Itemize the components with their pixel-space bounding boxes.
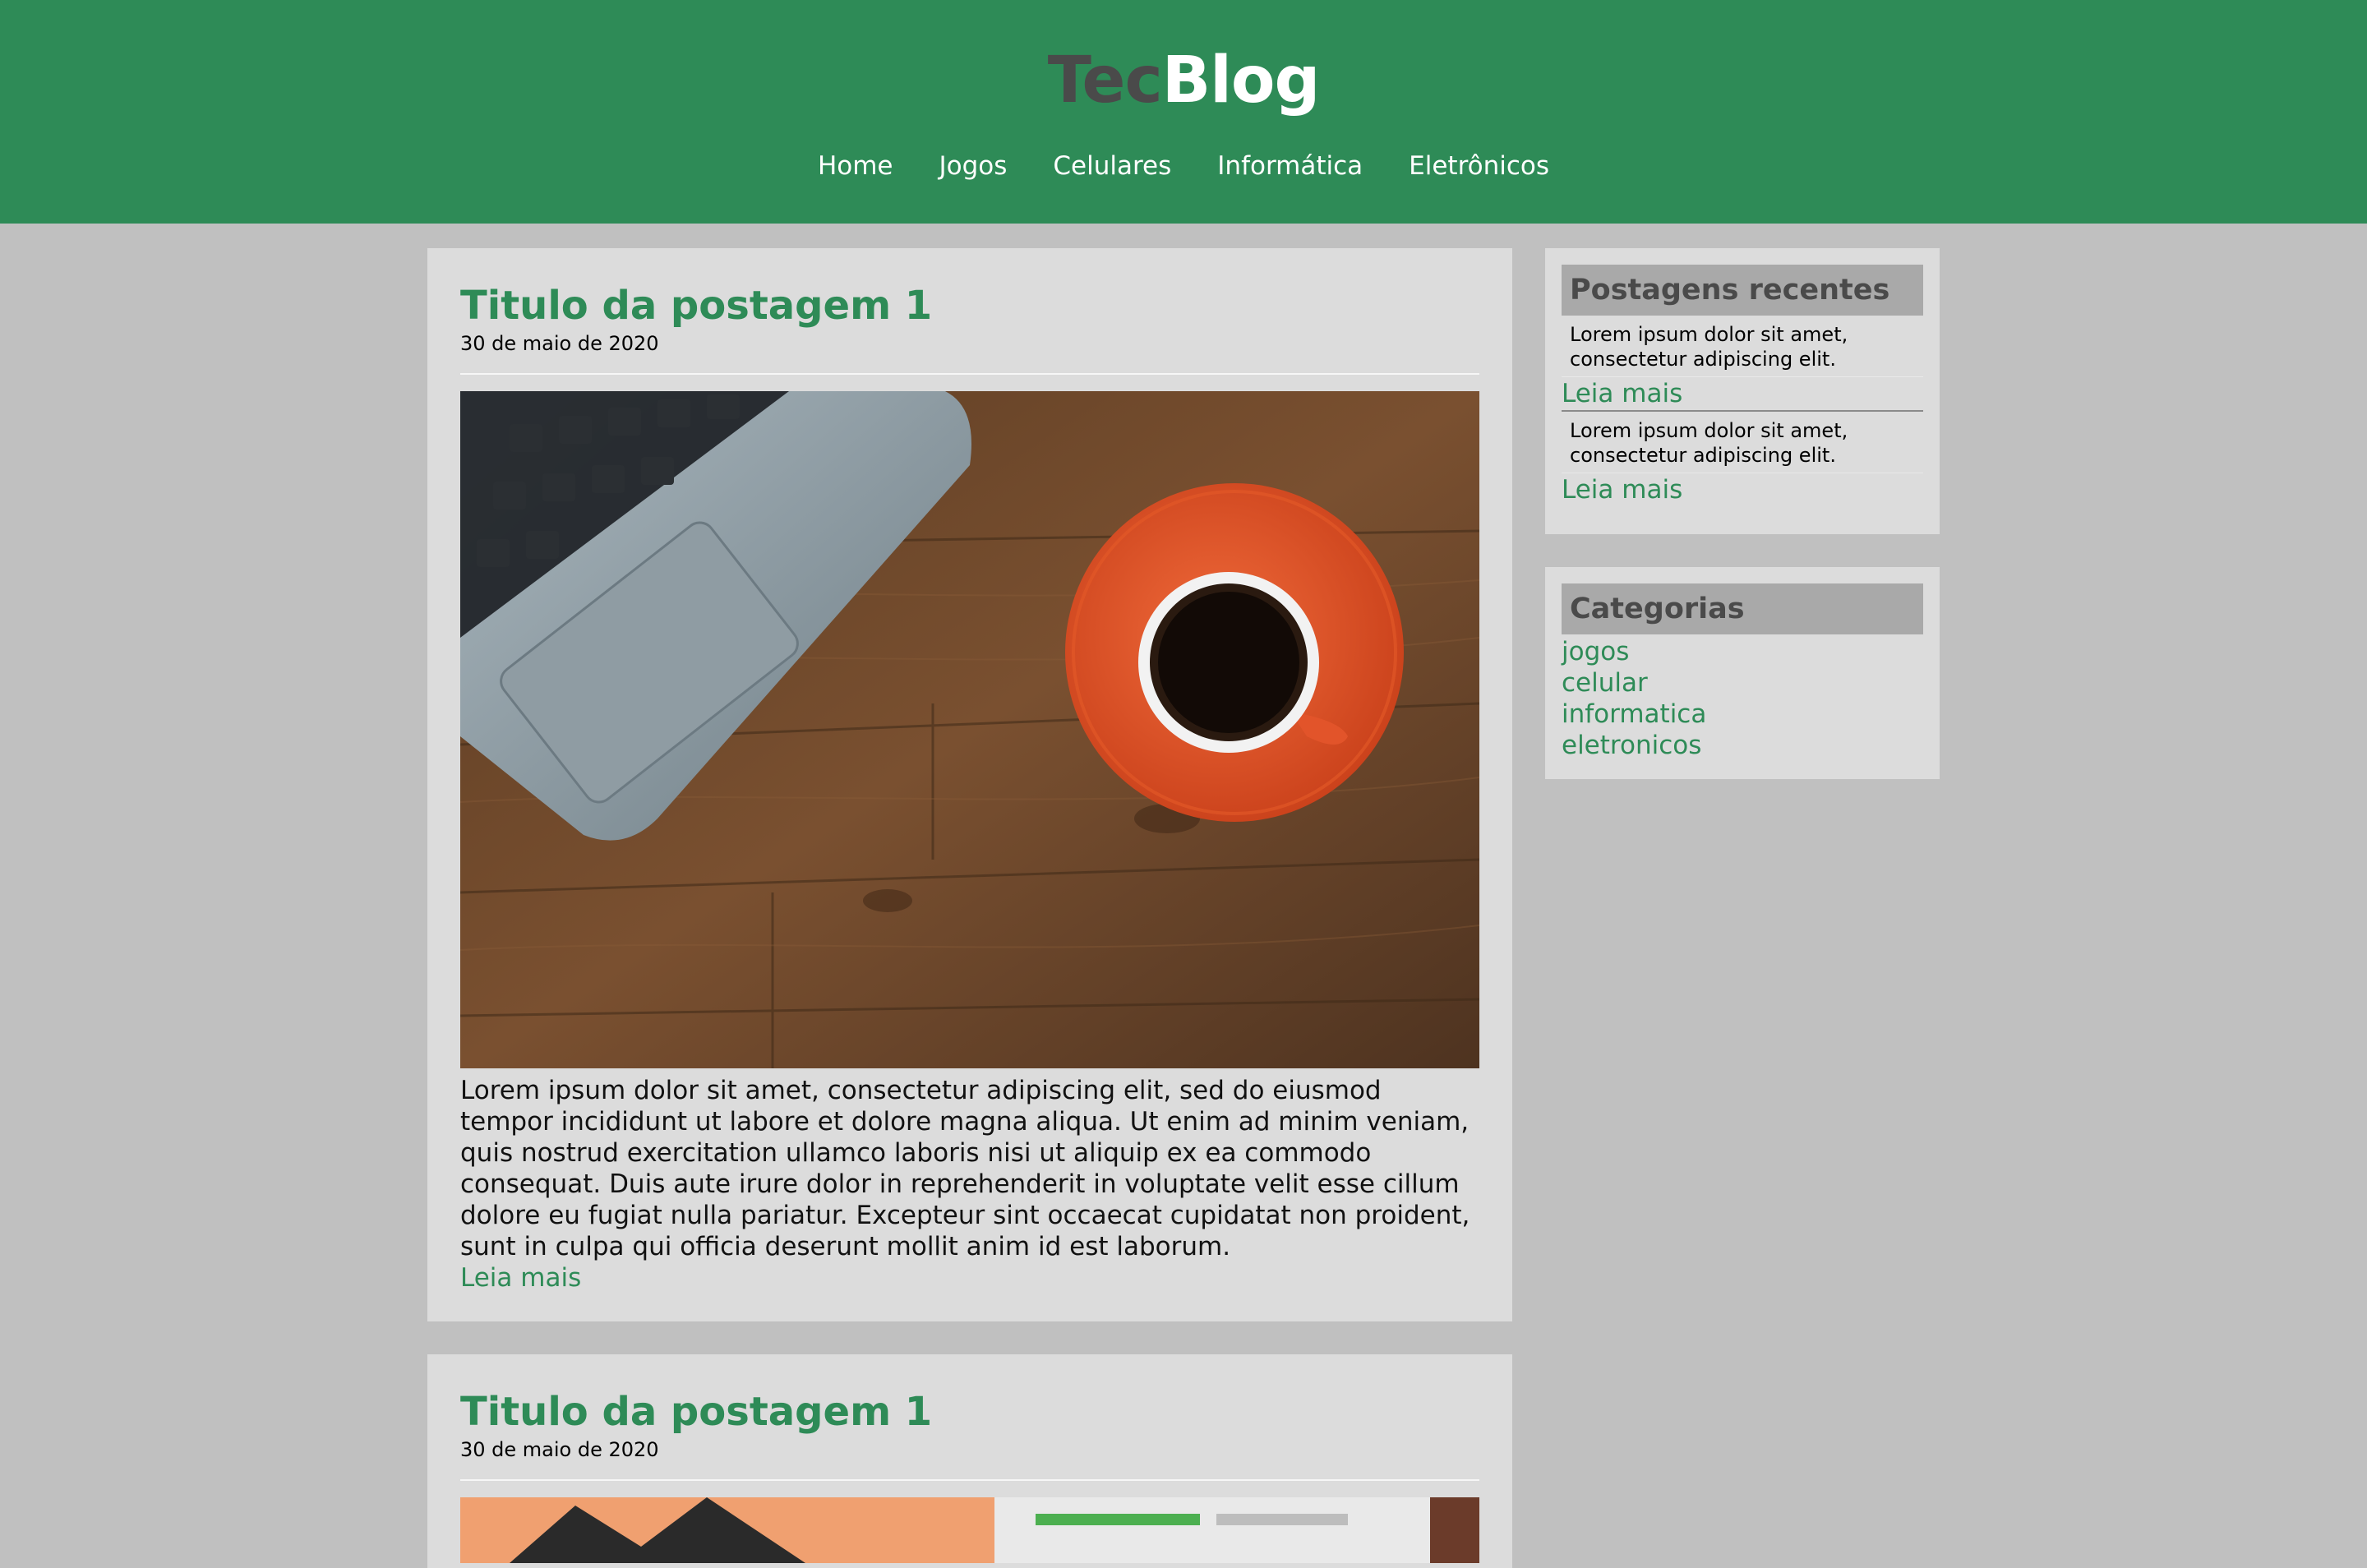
post-date: 30 de maio de 2020	[460, 332, 659, 355]
recent-post-excerpt: Lorem ipsum dolor sit amet, consectetur …	[1562, 412, 1923, 473]
list-item: celular	[1562, 667, 1923, 699]
list-item: eletronicos	[1562, 730, 1923, 761]
widget-title-categories: Categorias	[1562, 583, 1923, 634]
widget-title-recent: Postagens recentes	[1562, 265, 1923, 316]
post-card: Titulo da postagem 1 30 de maio de 2020	[427, 1354, 1512, 1568]
list-item: informatica	[1562, 699, 1923, 730]
nav-home[interactable]: Home	[818, 145, 893, 187]
main-nav: Home Jogos Celulares Informática Eletrôn…	[0, 145, 2367, 187]
categories-widget: Categorias jogos celular informatica ele…	[1545, 567, 1940, 779]
recent-post-read-more[interactable]: Leia mais	[1562, 473, 1923, 506]
nav-celulares[interactable]: Celulares	[1053, 145, 1171, 187]
list-item: jogos	[1562, 636, 1923, 667]
category-link-jogos[interactable]: jogos	[1562, 637, 1629, 666]
post-image-laptop-screen	[460, 1497, 1479, 1563]
post-title[interactable]: Titulo da postagem 1	[460, 281, 1479, 330]
post-date: 30 de maio de 2020	[460, 1438, 659, 1461]
category-list: jogos celular informatica eletronicos	[1562, 634, 1923, 761]
post-read-more-link[interactable]: Leia mais	[460, 1262, 581, 1294]
logo-part-tec: Tec	[1047, 44, 1163, 118]
post-image-laptop-coffee	[460, 391, 1479, 1068]
site-logo[interactable]: TecBlog	[0, 38, 2367, 123]
site-header: TecBlog Home Jogos Celulares Informática…	[0, 0, 2367, 224]
nav-jogos[interactable]: Jogos	[939, 145, 1008, 187]
post-divider	[460, 1479, 1479, 1481]
post-body: Lorem ipsum dolor sit amet, consectetur …	[460, 1076, 1470, 1261]
category-link-eletronicos[interactable]: eletronicos	[1562, 731, 1701, 760]
category-link-celular[interactable]: celular	[1562, 668, 1648, 698]
logo-part-blog: Blog	[1161, 44, 1321, 118]
recent-post-excerpt: Lorem ipsum dolor sit amet, consectetur …	[1562, 316, 1923, 377]
post-divider	[460, 373, 1479, 375]
nav-eletronicos[interactable]: Eletrônicos	[1409, 145, 1549, 187]
nav-informatica[interactable]: Informática	[1217, 145, 1363, 187]
category-link-informatica[interactable]: informatica	[1562, 699, 1706, 729]
post-card: Titulo da postagem 1 30 de maio de 2020	[427, 248, 1512, 1321]
post-title[interactable]: Titulo da postagem 1	[460, 1387, 1479, 1437]
recent-post-read-more[interactable]: Leia mais	[1562, 377, 1923, 412]
recent-posts-widget: Postagens recentes Lorem ipsum dolor sit…	[1545, 248, 1940, 534]
